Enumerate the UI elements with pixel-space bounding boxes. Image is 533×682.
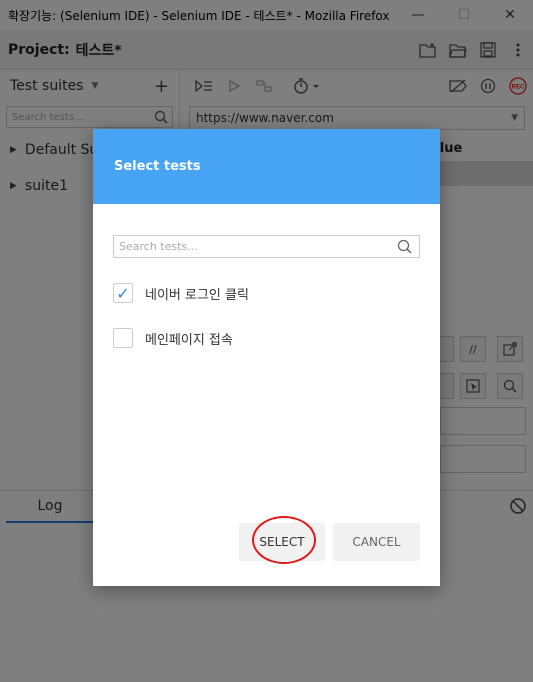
search-icon <box>397 239 412 254</box>
select-tests-dialog: Select tests Search tests... ✓ 네이버 로그인 클… <box>93 129 440 586</box>
test-option[interactable]: 메인페이지 접속 <box>113 328 233 348</box>
checkbox[interactable] <box>113 328 133 348</box>
tests-search-placeholder: Search tests... <box>119 240 198 253</box>
highlight-annotation-ring <box>252 516 316 564</box>
tests-search-input[interactable]: Search tests... <box>113 235 420 258</box>
test-option-label: 네이버 로그인 클릭 <box>145 287 249 303</box>
test-option[interactable]: ✓ 네이버 로그인 클릭 <box>113 283 249 303</box>
dialog-header: Select tests <box>93 129 440 204</box>
cancel-button[interactable]: CANCEL <box>333 523 420 561</box>
dialog-title: Select tests <box>114 159 201 174</box>
test-option-label: 메인페이지 접속 <box>145 332 233 348</box>
checkbox[interactable]: ✓ <box>113 283 133 303</box>
